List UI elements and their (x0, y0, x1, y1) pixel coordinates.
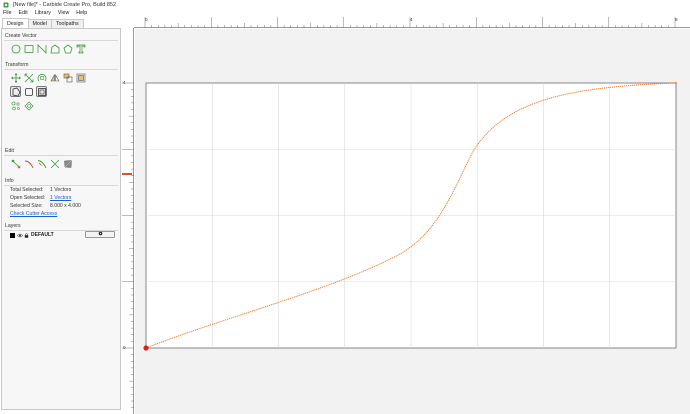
section-transform: Transform (5, 62, 29, 68)
trim-tool-icon[interactable] (23, 158, 34, 169)
selected-size-row: Selected Size: 8.000 x 4.000 (10, 203, 81, 209)
open-selected-label: Open Selected: (10, 195, 46, 201)
selection-end-node (675, 82, 677, 84)
layer-row-default[interactable]: DEFAULT (10, 232, 54, 238)
text-tool-icon[interactable] (75, 43, 86, 54)
ruler-top-label-4: 4 (410, 17, 413, 22)
menu-bar: File Edit Library View Help (0, 9, 690, 17)
menu-edit[interactable]: Edit (19, 10, 28, 16)
circular-array-tool-icon[interactable] (10, 100, 21, 111)
divider (4, 69, 118, 70)
section-create-vector: Create Vector (5, 33, 37, 39)
ruler-top-label-0: 0 (145, 17, 148, 22)
tab-toolpaths[interactable]: Toolpaths (50, 19, 84, 28)
section-info: Info (5, 178, 14, 184)
offset-tool-icon[interactable] (75, 72, 86, 83)
ruler-position-marker (122, 173, 132, 175)
ruler-top-label-8: 8 (675, 17, 678, 22)
design-canvas[interactable] (135, 29, 690, 414)
total-selected-label: Total Selected: (10, 187, 44, 193)
divider (4, 40, 118, 41)
polyline-tool-icon[interactable] (36, 43, 47, 54)
curve-tool-icon[interactable] (49, 43, 60, 54)
move-tool-icon[interactable] (10, 72, 21, 83)
rotate-tool-icon[interactable] (36, 72, 47, 83)
divider (4, 155, 118, 156)
trim-vectors-icon[interactable] (36, 158, 47, 169)
menu-view[interactable]: View (58, 10, 69, 16)
menu-file[interactable]: File (3, 10, 12, 16)
eye-icon[interactable] (17, 233, 23, 238)
open-selected-link[interactable]: 1 Vectors (50, 195, 71, 201)
total-selected-value: 1 Vectors (50, 187, 72, 193)
title-bar: [New file]* - Carbide Create Pro, Build … (0, 0, 690, 9)
ruler-top: 0 4 8 (134, 17, 690, 28)
mirror-tool-icon[interactable] (49, 72, 60, 83)
ruler-left: 4 0 (122, 28, 134, 414)
gear-icon (98, 231, 103, 238)
section-layers: Layers (5, 223, 21, 229)
boolean-tool-icon[interactable] (23, 86, 34, 97)
rectangle-tool-icon[interactable] (23, 43, 34, 54)
scale-tool-icon[interactable] (23, 72, 34, 83)
selection-start-node (143, 345, 149, 351)
selected-size-label: Selected Size: (10, 203, 43, 209)
circle-tool-icon[interactable] (10, 43, 21, 54)
nest-tool-icon[interactable] (23, 100, 34, 111)
menu-help[interactable]: Help (76, 10, 87, 16)
node-edit-tool-icon[interactable] (10, 158, 21, 169)
ruler-left-label-0: 0 (123, 345, 126, 350)
align-tool-icon[interactable] (62, 72, 73, 83)
check-cutter-access-link[interactable]: Check Cutter Access (10, 211, 57, 217)
open-selected-row: Open Selected: 1 Vectors (10, 195, 71, 201)
ruler-left-label-4: 4 (123, 80, 126, 85)
layer-color-swatch[interactable] (10, 232, 15, 238)
tab-design[interactable]: Design (2, 18, 29, 28)
array-tool-icon[interactable] (36, 86, 47, 97)
mode-tabs: Design Model Toolpaths (2, 18, 84, 28)
polygon-tool-icon[interactable] (62, 43, 73, 54)
section-edit: Edit (5, 148, 14, 154)
design-sidebar: Create Vector Transform Edit Info Total … (1, 28, 121, 410)
layer-name: DEFAULT (31, 232, 54, 238)
tab-model[interactable]: Model (27, 19, 52, 28)
menu-library[interactable]: Library (35, 10, 51, 16)
selected-size-value: 8.000 x 4.000 (50, 203, 81, 209)
carbide-logo-icon (3, 2, 9, 8)
fillet-tool-icon[interactable] (10, 86, 21, 97)
window-title: [New file]* - Carbide Create Pro, Build … (13, 1, 117, 8)
measure-tool-icon[interactable] (62, 158, 73, 169)
layer-options-button[interactable] (85, 231, 115, 238)
divider (4, 185, 118, 186)
lock-icon[interactable] (24, 232, 29, 238)
total-selected-row: Total Selected: 1 Vectors (10, 187, 71, 193)
join-tool-icon[interactable] (49, 158, 60, 169)
